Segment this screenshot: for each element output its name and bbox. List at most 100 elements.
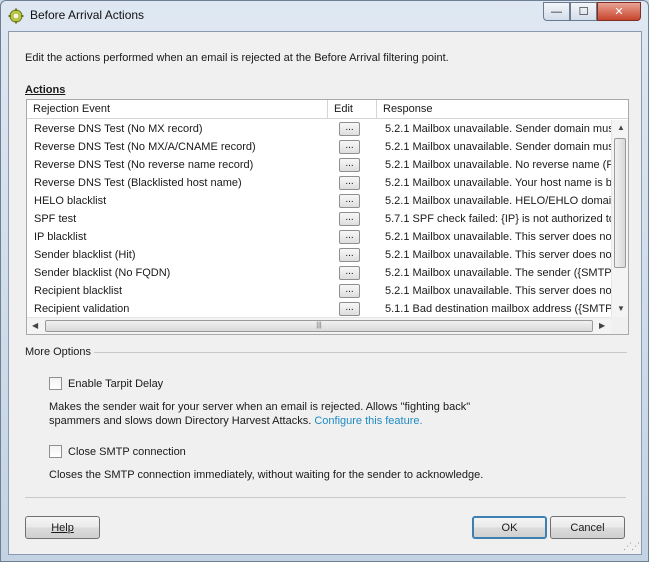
response-cell: 5.7.1 SPF check failed: {IP} is not auth… xyxy=(385,213,612,225)
edit-cell: ... xyxy=(339,192,363,210)
rejection-event-cell: IP blacklist xyxy=(34,231,87,243)
tarpit-description-line2: spammers and slows down Directory Harves… xyxy=(49,415,312,427)
edit-response-button[interactable]: ... xyxy=(339,230,360,244)
edit-response-button[interactable]: ... xyxy=(339,212,360,226)
response-cell: 5.2.1 Mailbox unavailable. Sender domain… xyxy=(385,123,612,135)
rejection-event-cell: Reverse DNS Test (No reverse name record… xyxy=(34,159,254,171)
table-row[interactable]: Reverse DNS Test (Blacklisted host name)… xyxy=(27,174,612,192)
tarpit-checkbox[interactable] xyxy=(49,377,62,390)
edit-response-button[interactable]: ... xyxy=(339,176,360,190)
rejection-event-cell: Sender blacklist (No FQDN) xyxy=(34,267,171,279)
table-row[interactable]: Reverse DNS Test (No MX record)... 5.2.1 … xyxy=(27,120,612,138)
edit-cell: ... xyxy=(339,138,363,156)
edit-response-button[interactable]: ... xyxy=(339,194,360,208)
close-icon: ✕ xyxy=(614,6,624,18)
minimize-icon: — xyxy=(551,5,562,18)
edit-cell: ... xyxy=(339,156,363,174)
ok-button[interactable]: OK xyxy=(472,516,547,539)
table-row[interactable]: SPF test... 5.7.1 SPF check failed: {IP} … xyxy=(27,210,612,228)
edit-response-button[interactable]: ... xyxy=(339,122,360,136)
cancel-button-label: Cancel xyxy=(570,521,605,534)
resize-grip-icon[interactable]: ⋰⋰ xyxy=(623,541,640,552)
response-cell: 5.2.1 Mailbox unavailable. This server d… xyxy=(385,231,612,243)
scroll-up-icon[interactable]: ▲ xyxy=(617,123,625,132)
cancel-button[interactable]: Cancel xyxy=(550,516,625,539)
maximize-button[interactable]: ☐ xyxy=(570,2,597,21)
title-bar[interactable]: Before Arrival Actions — ☐ ✕ xyxy=(1,1,648,31)
rejection-event-cell: HELO blacklist xyxy=(34,195,107,207)
edit-cell: ... xyxy=(339,228,363,246)
edit-response-button[interactable]: ... xyxy=(339,302,360,316)
rejection-event-cell: Sender blacklist (Hit) xyxy=(34,249,136,261)
edit-response-button[interactable]: ... xyxy=(339,140,360,154)
scroll-down-icon[interactable]: ▼ xyxy=(617,304,625,313)
table-row[interactable]: Sender blacklist (No FQDN)... 5.2.1 Mailb… xyxy=(27,264,612,282)
more-options-label: More Options xyxy=(25,346,92,358)
close-smtp-checkbox[interactable] xyxy=(49,445,62,458)
window-title: Before Arrival Actions xyxy=(30,8,145,22)
rejection-event-cell: Recipient blacklist xyxy=(34,285,123,297)
table-row[interactable]: Recipient blacklist... 5.2.1 Mailbox unav… xyxy=(27,282,612,300)
scroll-right-icon[interactable]: ▶ xyxy=(599,321,605,330)
table-row[interactable]: Reverse DNS Test (No MX/A/CNAME record).… xyxy=(27,138,612,156)
edit-cell: ... xyxy=(339,264,363,282)
close-smtp-description: Closes the SMTP connection immediately, … xyxy=(49,469,484,481)
response-cell: 5.2.1 Mailbox unavailable. Your host nam… xyxy=(385,177,612,189)
table-row[interactable]: IP blacklist... 5.2.1 Mailbox unavailable… xyxy=(27,228,612,246)
response-cell: 5.2.1 Mailbox unavailable. This server d… xyxy=(385,249,612,261)
scroll-left-icon[interactable]: ◀ xyxy=(32,321,38,330)
table-row[interactable]: Reverse DNS Test (No reverse name record… xyxy=(27,156,612,174)
close-button[interactable]: ✕ xyxy=(597,2,641,21)
maximize-icon: ☐ xyxy=(578,6,589,18)
dialog-body: Edit the actions performed when an email… xyxy=(8,31,642,555)
grid-header: Rejection Event Edit Response xyxy=(27,100,628,119)
vertical-scrollbar[interactable]: ▲ ▼ xyxy=(611,120,628,318)
rejection-event-cell: Reverse DNS Test (Blacklisted host name) xyxy=(34,177,242,189)
column-header-response[interactable]: Response xyxy=(377,100,628,119)
rejection-event-cell: Reverse DNS Test (No MX record) xyxy=(34,123,203,135)
intro-text: Edit the actions performed when an email… xyxy=(25,52,449,64)
rejection-event-cell: SPF test xyxy=(34,213,77,225)
table-row[interactable]: Sender blacklist (Hit)... 5.2.1 Mailbox u… xyxy=(27,246,612,264)
grid-rows: Reverse DNS Test (No MX record)... 5.2.1 … xyxy=(27,120,612,318)
scrollbar-corner xyxy=(611,317,628,334)
response-cell: 5.2.1 Mailbox unavailable. The sender ({… xyxy=(385,267,612,279)
rejection-event-cell: Recipient validation xyxy=(34,303,130,315)
tarpit-checkbox-label[interactable]: Enable Tarpit Delay xyxy=(68,378,163,390)
edit-cell: ... xyxy=(339,246,363,264)
actions-heading: Actions xyxy=(25,84,66,96)
edit-response-button[interactable]: ... xyxy=(339,248,360,262)
horizontal-scrollbar[interactable]: ◀ ||| ▶ xyxy=(27,317,612,334)
edit-response-button[interactable]: ... xyxy=(339,284,360,298)
close-smtp-checkbox-row[interactable]: Close SMTP connection xyxy=(49,445,186,458)
rejection-event-cell: Reverse DNS Test (No MX/A/CNAME record) xyxy=(34,141,256,153)
table-row[interactable]: Recipient validation... 5.1.1 Bad destina… xyxy=(27,300,612,318)
edit-response-button[interactable]: ... xyxy=(339,266,360,280)
response-cell: 5.1.1 Bad destination mailbox address ({… xyxy=(385,303,612,315)
edit-cell: ... xyxy=(339,300,363,318)
more-options-divider xyxy=(94,352,627,353)
actions-grid: Rejection Event Edit Response Reverse DN… xyxy=(26,99,629,335)
dialog-window: Before Arrival Actions — ☐ ✕ Edit the ac… xyxy=(0,0,649,562)
response-cell: 5.2.1 Mailbox unavailable. No reverse na… xyxy=(385,159,612,171)
response-cell: 5.2.1 Mailbox unavailable. Sender domain… xyxy=(385,141,612,153)
edit-response-button[interactable]: ... xyxy=(339,158,360,172)
tarpit-description-line1: Makes the sender wait for your server wh… xyxy=(49,401,471,413)
ok-button-label: OK xyxy=(501,521,518,534)
gear-icon xyxy=(8,8,24,24)
tarpit-checkbox-row[interactable]: Enable Tarpit Delay xyxy=(49,377,163,390)
help-button[interactable]: Help xyxy=(25,516,100,539)
close-smtp-checkbox-label[interactable]: Close SMTP connection xyxy=(68,446,186,458)
response-cell: 5.2.1 Mailbox unavailable. HELO/EHLO dom… xyxy=(385,195,612,207)
column-header-edit[interactable]: Edit xyxy=(328,100,377,119)
vertical-scroll-thumb[interactable] xyxy=(614,138,626,268)
table-row[interactable]: HELO blacklist... 5.2.1 Mailbox unavailab… xyxy=(27,192,612,210)
edit-cell: ... xyxy=(339,120,363,138)
horizontal-scroll-thumb[interactable]: ||| xyxy=(45,320,593,332)
help-button-label: Help xyxy=(51,521,74,534)
minimize-button[interactable]: — xyxy=(543,2,570,21)
configure-feature-link[interactable]: Configure this feature. xyxy=(314,415,422,427)
tarpit-description: Makes the sender wait for your server wh… xyxy=(49,400,470,428)
column-header-rejection-event[interactable]: Rejection Event xyxy=(27,100,328,119)
footer-divider xyxy=(25,497,626,498)
